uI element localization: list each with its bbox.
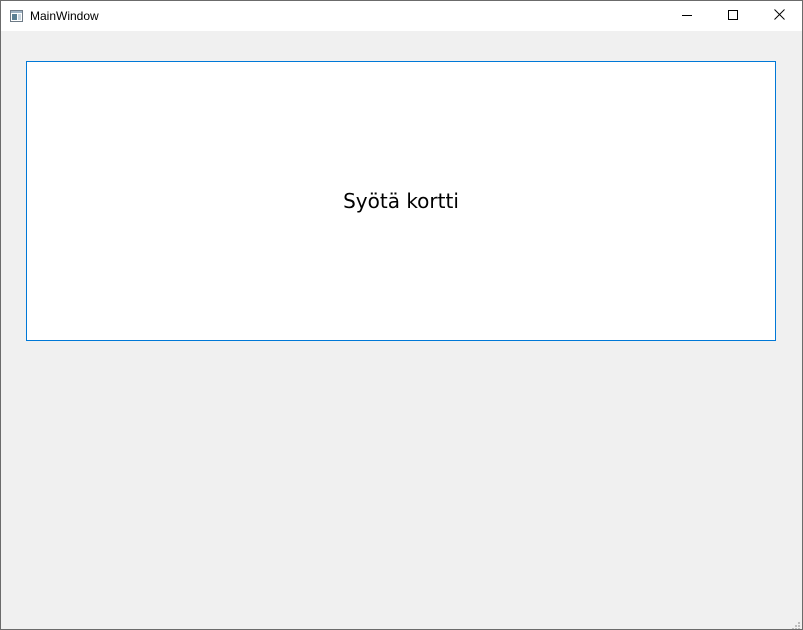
main-window: MainWindow Syötä kortti [0, 0, 803, 630]
client-area: Syötä kortti [1, 31, 802, 629]
minimize-button[interactable] [664, 1, 710, 31]
maximize-icon [728, 7, 738, 25]
title-bar[interactable]: MainWindow [1, 1, 802, 31]
insert-card-panel[interactable]: Syötä kortti [26, 61, 776, 341]
close-icon [773, 7, 785, 25]
minimize-icon [682, 7, 692, 25]
window-title: MainWindow [30, 9, 99, 23]
size-grip-icon[interactable] [791, 618, 801, 629]
maximize-button[interactable] [710, 1, 756, 31]
close-button[interactable] [756, 1, 802, 31]
insert-card-prompt: Syötä kortti [343, 189, 459, 213]
window-app-icon [10, 9, 23, 22]
